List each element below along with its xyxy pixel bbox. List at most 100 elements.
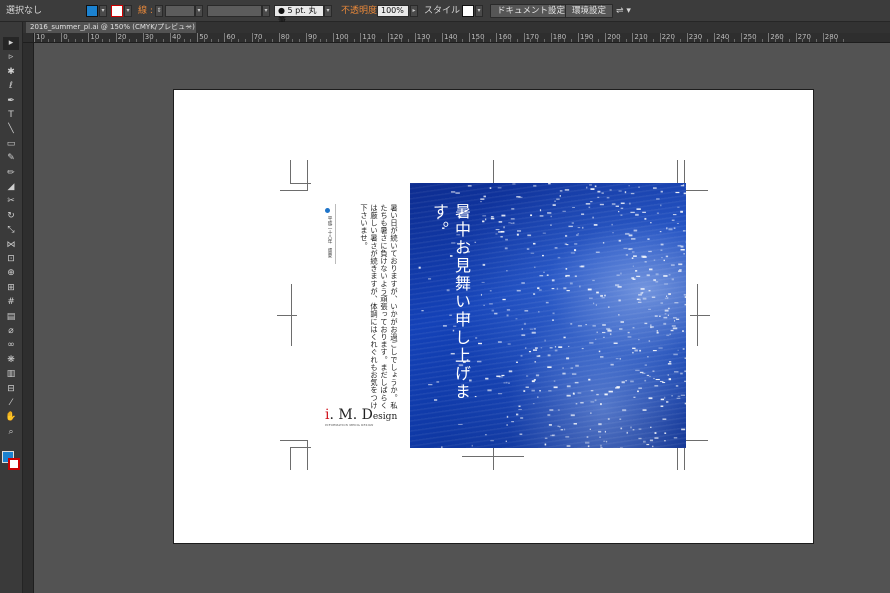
hand-tool-icon[interactable]: ✋ <box>3 411 19 424</box>
sparkle <box>676 222 679 224</box>
scissors-tool-icon[interactable]: ✂ <box>3 195 19 208</box>
sparkle <box>654 432 657 434</box>
rotate-tool-icon[interactable]: ↻ <box>3 210 19 223</box>
document-tab[interactable]: 2016_summer_pl.ai @ 150% (CMYK/プレビュー) × <box>26 22 196 33</box>
sparkle <box>663 396 666 399</box>
center-mark <box>493 448 494 470</box>
lasso-tool-icon[interactable]: ℓ <box>3 80 19 93</box>
rectangle-tool-icon[interactable]: ▭ <box>3 138 19 151</box>
line-tool-icon[interactable]: ╲ <box>3 123 19 136</box>
opacity-dropdown[interactable]: ▸ <box>410 5 418 17</box>
zoom-tool-icon[interactable]: ⌕ <box>3 426 19 439</box>
direct-selection-tool-icon[interactable]: ▹ <box>3 51 19 64</box>
document-setup-button[interactable]: ドキュメント設定 <box>490 4 573 18</box>
ruler-minor-tick <box>190 39 192 42</box>
perspective-grid-tool-icon[interactable]: ⊞ <box>3 282 19 295</box>
sparkle <box>569 282 573 285</box>
sparkle <box>489 303 493 305</box>
ruler-origin[interactable] <box>23 33 34 43</box>
sparkle <box>534 266 536 269</box>
ruler-minor-tick <box>510 39 511 42</box>
sparkle <box>512 183 516 185</box>
sparkle <box>627 336 632 338</box>
greeting-title[interactable]: 暑中お見舞い申し上げます。 <box>422 203 472 403</box>
ruler-minor-tick <box>149 39 151 42</box>
ruler-tick <box>333 33 335 42</box>
stroke-color-swatch[interactable] <box>111 5 123 17</box>
arrange-documents-icon[interactable]: ⇌ ▾ <box>616 4 631 18</box>
pen-tool-icon[interactable]: ✒ <box>3 95 19 108</box>
blob-brush-tool-icon[interactable]: ◢ <box>3 181 19 194</box>
column-graph-tool-icon[interactable]: ▥ <box>3 368 19 381</box>
sparkle <box>602 324 606 326</box>
sparkle <box>650 324 652 327</box>
sparkle <box>611 223 614 226</box>
paintbrush-tool-icon[interactable]: ✎ <box>3 152 19 165</box>
selection-tool-icon[interactable]: ▸ <box>3 37 19 50</box>
slice-tool-icon[interactable]: ⁄ <box>3 397 19 410</box>
ruler-minor-tick <box>816 39 817 42</box>
fill-dropdown-arrow[interactable]: ▾ <box>99 5 107 17</box>
brush-dropdown[interactable]: ▾ <box>324 5 332 17</box>
ruler-minor-tick <box>122 39 124 42</box>
stroke-weight-dropdown[interactable]: ▾ <box>195 5 203 17</box>
sparkle <box>506 270 508 272</box>
stroke-weight-label[interactable]: 線 : <box>138 4 153 18</box>
greeting-body[interactable]: 暑い日が続いておりますが、いかがお過ごしでしょうか。私たちも暑さに負けないよう頑… <box>343 204 399 414</box>
scale-tool-icon[interactable]: ⤡ <box>3 224 19 237</box>
sparkle <box>620 202 625 204</box>
crop-mark <box>677 160 678 184</box>
sparkle <box>566 445 571 447</box>
close-tab-icon[interactable]: × <box>186 22 192 33</box>
magic-wand-tool-icon[interactable]: ✱ <box>3 66 19 79</box>
horizontal-ruler[interactable]: 10 0 10 20 30 40 50 60 70 80 90 100 110 120 130 140 150 1… <box>23 33 890 43</box>
blend-tool-icon[interactable]: ∞ <box>3 339 19 352</box>
brush-definition-field[interactable]: ● 5 pt. 丸筆 <box>274 5 324 25</box>
variable-width-profile[interactable] <box>207 5 262 17</box>
ruler-minor-tick <box>761 39 763 42</box>
fill-color-swatch[interactable] <box>86 5 98 17</box>
ruler-minor-tick <box>244 39 246 42</box>
gradient-tool-icon[interactable]: ▤ <box>3 311 19 324</box>
graphic-style-dropdown[interactable]: ▾ <box>475 5 483 17</box>
ruler-minor-tick <box>394 39 396 42</box>
sparkle <box>582 226 584 229</box>
ruler-minor-tick <box>476 39 477 42</box>
imdesign-logo[interactable]: i. M. Design INFORMATION MEDIA DESIGN <box>325 407 405 429</box>
ruler-minor-tick <box>408 39 409 42</box>
eyedropper-tool-icon[interactable]: ⌀ <box>3 325 19 338</box>
pencil-tool-icon[interactable]: ✏ <box>3 167 19 180</box>
symbol-sprayer-tool-icon[interactable]: ❋ <box>3 354 19 367</box>
sparkle <box>596 393 599 396</box>
artboard-tool-icon[interactable]: ⊟ <box>3 383 19 396</box>
sparkle <box>600 403 602 406</box>
shape-builder-tool-icon[interactable]: ⊕ <box>3 267 19 280</box>
stroke-color-box[interactable] <box>8 458 20 470</box>
sparkle <box>554 247 558 249</box>
stroke-weight-field[interactable] <box>165 5 195 17</box>
sparkle <box>600 294 603 297</box>
free-transform-tool-icon[interactable]: ⊡ <box>3 253 19 266</box>
sparkle <box>648 250 652 253</box>
sparkle <box>641 255 646 258</box>
stroke-weight-stepper[interactable]: ⇕ <box>155 5 163 17</box>
sparkle <box>660 302 664 304</box>
ruler-minor-tick <box>646 39 647 42</box>
graphic-style-swatch[interactable] <box>462 5 474 17</box>
type-tool-icon[interactable]: T <box>3 109 19 122</box>
sparkle <box>619 418 622 420</box>
sparkle <box>568 225 573 228</box>
vertical-ruler[interactable] <box>23 43 34 593</box>
mesh-tool-icon[interactable]: # <box>3 296 19 309</box>
opacity-field[interactable]: 100% <box>377 5 409 17</box>
sparkle <box>639 371 644 374</box>
stroke-dropdown-arrow[interactable]: ▾ <box>124 5 132 17</box>
sparkle <box>598 430 602 433</box>
width-tool-icon[interactable]: ⋈ <box>3 239 19 252</box>
sparkle <box>593 224 598 226</box>
date-line[interactable]: 平成二十八年 盛夏 <box>322 216 332 276</box>
profile-dropdown[interactable]: ▾ <box>262 5 270 17</box>
preferences-button[interactable]: 環境設定 <box>565 4 614 18</box>
sparkle <box>684 380 686 382</box>
ruler-minor-tick <box>74 39 76 42</box>
